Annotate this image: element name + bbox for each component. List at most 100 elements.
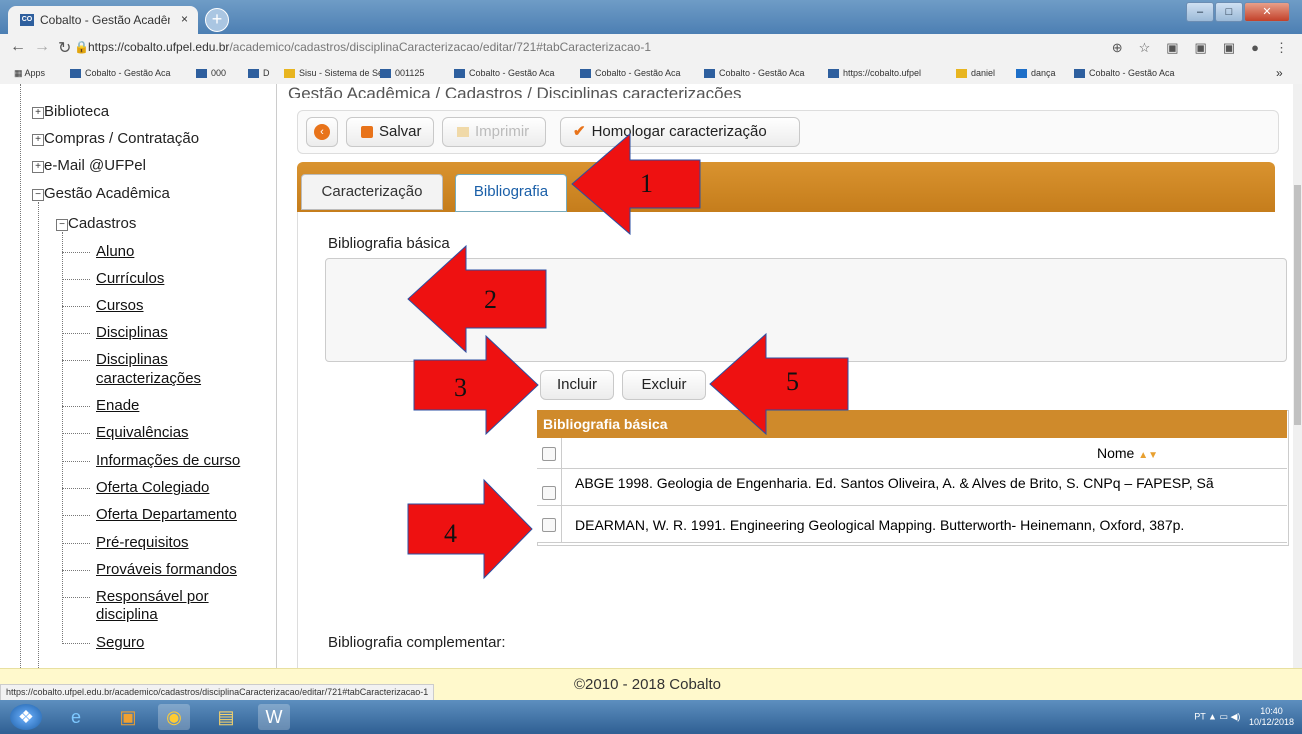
bookmark-item[interactable]: Cobalto - Gestão Aca	[1074, 68, 1175, 79]
action-toolbar: ‹ Salvar Imprimir ✔ Homologar caracteriza…	[297, 110, 1279, 154]
sidebar-link-equivalencias[interactable]: Equivalências	[96, 424, 189, 441]
sidebar-link-disciplinas-caracterizacoes-2[interactable]: caracterizações	[96, 370, 201, 387]
scrollbar-thumb[interactable]	[1294, 185, 1301, 425]
folder-icon[interactable]: ▤	[210, 704, 242, 730]
annotation-label: 5	[786, 367, 799, 396]
save-button[interactable]: Salvar	[346, 117, 434, 147]
reload-icon[interactable]: ↻	[58, 38, 71, 58]
sidebar-link-responsavel[interactable]: Responsável por	[96, 588, 209, 605]
bookmark-item[interactable]: Sisu - Sistema de Sel	[284, 68, 385, 79]
sidebar-link-disciplinas[interactable]: Disciplinas	[96, 324, 168, 341]
row-checkbox[interactable]	[542, 518, 556, 532]
extension3-icon[interactable]: ▣	[1223, 40, 1235, 55]
bookmark-item[interactable]: https://cobalto.ufpel	[828, 68, 921, 79]
bookmark-item[interactable]: dança	[1016, 68, 1056, 79]
sidebar-link-responsavel-2[interactable]: disciplina	[96, 606, 158, 623]
annotation-arrow-1: 1	[571, 132, 701, 236]
url-path: /academico/cadastros/disciplinaCaracteri…	[229, 40, 651, 54]
bookmark-item[interactable]: 000	[196, 68, 226, 79]
tree-node-biblioteca[interactable]: Biblioteca	[44, 103, 109, 120]
tree-node-compras[interactable]: Compras / Contratação	[44, 130, 199, 147]
tree-node-cadastros[interactable]: Cadastros	[68, 215, 136, 232]
sidebar-link-disciplinas-caracterizacoes[interactable]: Disciplinas	[96, 351, 168, 368]
tab-close-icon[interactable]: ×	[181, 12, 188, 26]
expand-icon[interactable]: +	[32, 134, 44, 146]
bookmark-item[interactable]: ▦ Apps	[14, 68, 45, 79]
collapse-icon[interactable]: −	[32, 189, 44, 201]
tab-bibliografia[interactable]: Bibliografia	[455, 174, 567, 212]
sisu-icon	[284, 69, 295, 79]
tree-branch	[62, 406, 90, 407]
sidebar-link-oferta-colegiado[interactable]: Oferta Colegiado	[96, 479, 209, 496]
sidebar-link-seguro[interactable]: Seguro	[96, 634, 144, 651]
start-button-icon[interactable]: ❖	[10, 704, 42, 730]
bookmark-item[interactable]: daniel	[956, 68, 995, 79]
network-icon[interactable]: ▭	[1219, 711, 1228, 721]
bookmark-item[interactable]: 001125	[380, 68, 424, 79]
select-all-checkbox[interactable]	[542, 447, 556, 461]
close-window-icon[interactable]: ✕	[1244, 2, 1290, 22]
tree-branch	[62, 252, 90, 253]
forward-icon[interactable]: →	[34, 38, 50, 56]
include-button[interactable]: Incluir	[540, 370, 614, 400]
back-icon[interactable]: ←	[10, 38, 26, 56]
new-tab-button[interactable]: +	[205, 8, 229, 32]
table-row[interactable]: ABGE 1998. Geologia de Engenharia. Ed. S…	[537, 469, 1287, 506]
tree-line	[20, 84, 21, 668]
bookmark-item[interactable]: Cobalto - Gestão Aca	[704, 68, 805, 79]
cobalto-icon	[196, 69, 207, 79]
column-header-nome[interactable]: Nome ▲▼	[1097, 445, 1158, 461]
bookmark-item[interactable]: Cobalto - Gestão Aca	[70, 68, 171, 79]
cobalto-icon	[828, 69, 839, 79]
star-icon[interactable]: ☆	[1139, 40, 1151, 55]
outlook-icon	[1016, 69, 1027, 79]
print-icon	[457, 127, 469, 138]
maximize-icon[interactable]: □	[1215, 2, 1243, 22]
media-icon[interactable]: ▣	[112, 704, 144, 730]
table-row[interactable]: DEARMAN, W. R. 1991. Engineering Geologi…	[537, 506, 1287, 543]
expand-icon[interactable]: +	[32, 107, 44, 119]
print-button[interactable]: Imprimir	[442, 117, 546, 147]
chrome-icon[interactable]: ◉	[158, 704, 190, 730]
sidebar-link-oferta-departamento[interactable]: Oferta Departamento	[96, 506, 237, 523]
menu-icon[interactable]: ⋮	[1275, 40, 1288, 55]
bookmark-item[interactable]: D	[248, 68, 270, 79]
collapse-icon[interactable]: −	[56, 219, 68, 231]
sidebar-link-informacoes-curso[interactable]: Informações de curso	[96, 452, 240, 469]
zoom-icon[interactable]: ⊕	[1112, 40, 1123, 55]
window-controls: – □ ✕	[1185, 2, 1290, 22]
cobalto-icon	[380, 69, 391, 79]
bookmarks-more-icon[interactable]: »	[1276, 66, 1283, 80]
back-button[interactable]: ‹	[306, 117, 338, 147]
exclude-button[interactable]: Excluir	[622, 370, 706, 400]
annotation-label: 4	[444, 519, 457, 548]
tree-line	[62, 232, 63, 644]
tree-node-email[interactable]: e-Mail @UFPel	[44, 157, 146, 174]
sidebar-link-enade[interactable]: Enade	[96, 397, 139, 414]
sidebar-link-pre-requisitos[interactable]: Pré-requisitos	[96, 534, 189, 551]
bookmark-item[interactable]: Cobalto - Gestão Aca	[454, 68, 555, 79]
sidebar-link-aluno[interactable]: Aluno	[96, 243, 134, 260]
sidebar-link-provaveis-formandos[interactable]: Prováveis formandos	[96, 561, 237, 578]
bookmark-item[interactable]: Cobalto - Gestão Aca	[580, 68, 681, 79]
sort-icon: ▲▼	[1138, 450, 1159, 461]
tray-arrow-icon[interactable]: ▲	[1208, 711, 1217, 721]
tree-node-gestao-academica[interactable]: Gestão Acadêmica	[44, 185, 170, 202]
extension2-icon[interactable]: ▣	[1195, 40, 1207, 55]
annotation-label: 2	[484, 285, 497, 314]
ie-icon[interactable]: e	[60, 704, 92, 730]
extension-icon[interactable]: ▣	[1166, 40, 1178, 55]
language-indicator[interactable]: PT	[1194, 711, 1205, 721]
word-icon[interactable]: W	[258, 704, 290, 730]
sidebar-link-cursos[interactable]: Cursos	[96, 297, 144, 314]
volume-icon[interactable]: ◀)	[1231, 711, 1241, 721]
profile-icon[interactable]: ●	[1251, 40, 1259, 55]
browser-tab[interactable]: CO Cobalto - Gestão Acadêmica / Ca ×	[8, 6, 198, 34]
sidebar-link-curriculos[interactable]: Currículos	[96, 270, 164, 287]
expand-icon[interactable]: +	[32, 161, 44, 173]
row-checkbox[interactable]	[542, 486, 556, 500]
tab-caracterizacao[interactable]: Caracterização	[301, 174, 443, 210]
sidebar-tree: + Biblioteca + Compras / Contratação + e…	[0, 84, 277, 668]
url-field[interactable]: https://cobalto.ufpel.edu.br/academico/c…	[88, 40, 651, 54]
minimize-icon[interactable]: –	[1186, 2, 1214, 22]
